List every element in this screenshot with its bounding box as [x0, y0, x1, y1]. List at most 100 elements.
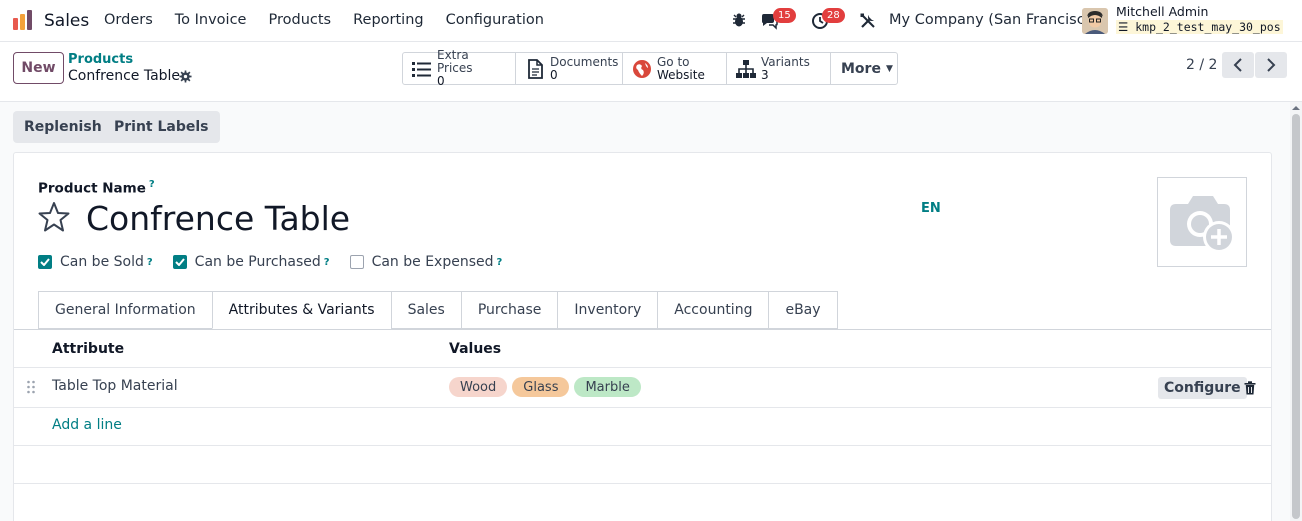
checkbox-group: Can be Sold? Can be Purchased? Can be Ex… — [38, 254, 522, 270]
company-switcher[interactable]: My Company (San Francisco) — [889, 12, 1099, 28]
database-name-text: kmp_2_test_may_30_pos — [1135, 20, 1281, 34]
extra-prices-button[interactable]: Extra Prices 0 — [403, 49, 516, 88]
values-tags[interactable]: Wood Glass Marble — [449, 377, 641, 397]
chevron-left-icon — [1233, 58, 1242, 72]
messages-badge: 15 — [773, 8, 796, 23]
tab-inventory[interactable]: Inventory — [557, 291, 658, 329]
column-header-attribute[interactable]: Attribute — [52, 341, 124, 357]
list-icon — [412, 61, 431, 77]
tab-accounting[interactable]: Accounting — [657, 291, 769, 329]
pager-value[interactable]: 2 / 2 — [1186, 57, 1217, 73]
form-sheet: Product Name? Confrence Table EN Can be … — [13, 152, 1272, 521]
tab-general-information[interactable]: General Information — [38, 291, 212, 329]
product-name-input[interactable]: Confrence Table — [86, 199, 350, 238]
camera-plus-icon — [1170, 196, 1235, 253]
row-divider — [14, 483, 1271, 484]
file-icon — [528, 58, 543, 79]
menu-configuration[interactable]: Configuration — [446, 12, 544, 28]
extra-prices-label: Extra Prices — [437, 48, 473, 75]
scrollbar-thumb[interactable] — [1292, 114, 1300, 519]
can-be-purchased-checkbox[interactable]: Can be Purchased? — [172, 254, 330, 270]
sitemap-icon — [736, 59, 756, 78]
variants-label: Variants — [761, 54, 810, 69]
website-label: Website — [657, 67, 705, 82]
go-to-website-button[interactable]: Go to Website — [623, 53, 727, 84]
configure-button[interactable]: Configure — [1158, 377, 1247, 399]
extra-prices-value: 0 — [437, 74, 445, 88]
breadcrumb-products[interactable]: Products — [68, 52, 133, 67]
caret-down-icon: ▼ — [885, 63, 893, 74]
variants-button[interactable]: Variants 3 — [727, 53, 831, 84]
checkbox-unchecked[interactable] — [349, 255, 364, 269]
row-divider — [14, 407, 1271, 408]
chevron-right-icon — [1267, 58, 1276, 72]
menu-orders[interactable]: Orders — [104, 12, 153, 28]
can-be-sold-checkbox[interactable]: Can be Sold? — [38, 254, 153, 270]
language-button[interactable]: EN — [921, 201, 941, 216]
check-icon — [40, 258, 50, 266]
main-menu: Orders To Invoice Products Reporting Con… — [104, 12, 566, 28]
can-be-purchased-label: Can be Purchased — [194, 254, 321, 270]
sales-app-icon[interactable] — [12, 9, 34, 31]
menu-reporting[interactable]: Reporting — [353, 12, 424, 28]
tag-marble[interactable]: Marble — [574, 377, 641, 397]
checkbox-checked[interactable] — [172, 255, 187, 269]
trash-icon[interactable] — [1244, 381, 1256, 395]
user-avatar[interactable] — [1082, 8, 1108, 34]
row-divider — [14, 445, 1271, 446]
column-header-values[interactable]: Values — [449, 341, 501, 357]
globe-icon — [633, 59, 651, 78]
smart-buttons: Extra Prices 0 Documents 0 Go to Website… — [402, 49, 898, 88]
menu-products[interactable]: Products — [268, 12, 331, 28]
documents-value: 0 — [550, 67, 558, 82]
notebook-tabs: General Information Attributes & Variant… — [38, 291, 838, 329]
product-image[interactable] — [1157, 177, 1247, 267]
replenish-button[interactable]: Replenish — [13, 111, 113, 143]
tab-purchase[interactable]: Purchase — [460, 291, 558, 329]
bug-icon[interactable] — [731, 12, 747, 28]
database-name: ☰ kmp_2_test_may_30_pos — [1116, 20, 1283, 34]
page-scrollbar[interactable] — [1290, 102, 1302, 521]
help-mark[interactable]: ? — [324, 257, 330, 268]
tab-sales[interactable]: Sales — [390, 291, 461, 329]
check-icon — [174, 258, 185, 266]
user-name[interactable]: Mitchell Admin — [1116, 4, 1208, 19]
app-name[interactable]: Sales — [44, 11, 89, 31]
help-mark[interactable]: ? — [497, 257, 503, 268]
documents-label: Documents — [550, 54, 619, 69]
tab-ebay[interactable]: eBay — [768, 291, 838, 329]
tag-wood[interactable]: Wood — [449, 377, 508, 397]
header-divider — [14, 367, 1271, 368]
menu-to-invoice[interactable]: To Invoice — [175, 12, 247, 28]
can-be-expensed-label: Can be Expensed — [371, 254, 494, 270]
top-navbar: Sales Orders To Invoice Products Reporti… — [0, 0, 1302, 42]
gear-icon[interactable] — [179, 70, 192, 83]
pager-previous-button[interactable] — [1222, 52, 1254, 78]
variants-value: 3 — [761, 67, 769, 82]
star-icon[interactable] — [38, 201, 70, 233]
go-to-label: Go to — [657, 54, 690, 69]
tag-glass[interactable]: Glass — [512, 377, 570, 397]
new-button[interactable]: New — [13, 52, 64, 84]
tab-attributes-variants[interactable]: Attributes & Variants — [211, 291, 391, 329]
more-button[interactable]: More ▼ — [831, 53, 897, 84]
activities-badge: 28 — [822, 8, 845, 23]
drag-handle-icon[interactable] — [26, 380, 36, 394]
checkbox-checked[interactable] — [38, 255, 52, 269]
documents-button[interactable]: Documents 0 — [516, 53, 623, 84]
tabs-divider — [14, 329, 1271, 330]
help-mark[interactable]: ? — [149, 179, 155, 190]
more-label: More — [841, 60, 881, 77]
print-labels-button[interactable]: Print Labels — [103, 111, 220, 143]
attribute-cell[interactable]: Table Top Material — [52, 378, 178, 394]
tools-icon[interactable] — [859, 12, 877, 30]
pager-next-button[interactable] — [1255, 52, 1287, 78]
breadcrumb-current: Confrence Table — [68, 68, 181, 84]
add-a-line-link[interactable]: Add a line — [52, 417, 122, 433]
product-name-label: Product Name? — [38, 179, 155, 197]
can-be-sold-label: Can be Sold — [60, 254, 144, 270]
control-panel: New Products Confrence Table Extra Price… — [0, 42, 1302, 102]
can-be-expensed-checkbox[interactable]: Can be Expensed? — [349, 254, 503, 270]
help-mark[interactable]: ? — [147, 257, 153, 268]
scroll-up-icon[interactable] — [1290, 103, 1302, 113]
